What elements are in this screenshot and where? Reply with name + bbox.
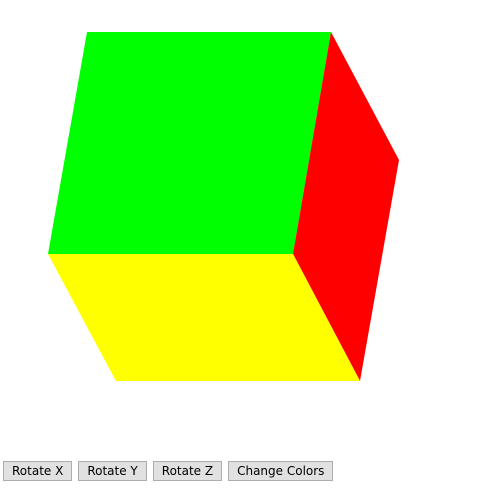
change-colors-button[interactable]: Change Colors: [228, 461, 334, 481]
rotate-x-button[interactable]: Rotate X: [3, 461, 73, 481]
rotate-y-button[interactable]: Rotate Y: [78, 461, 147, 481]
control-bar: Rotate X Rotate Y Rotate Z Change Colors: [3, 461, 334, 481]
rotate-z-button[interactable]: Rotate Z: [152, 461, 223, 481]
cube-face-front: [48, 32, 331, 254]
cube-canvas: [48, 32, 399, 381]
